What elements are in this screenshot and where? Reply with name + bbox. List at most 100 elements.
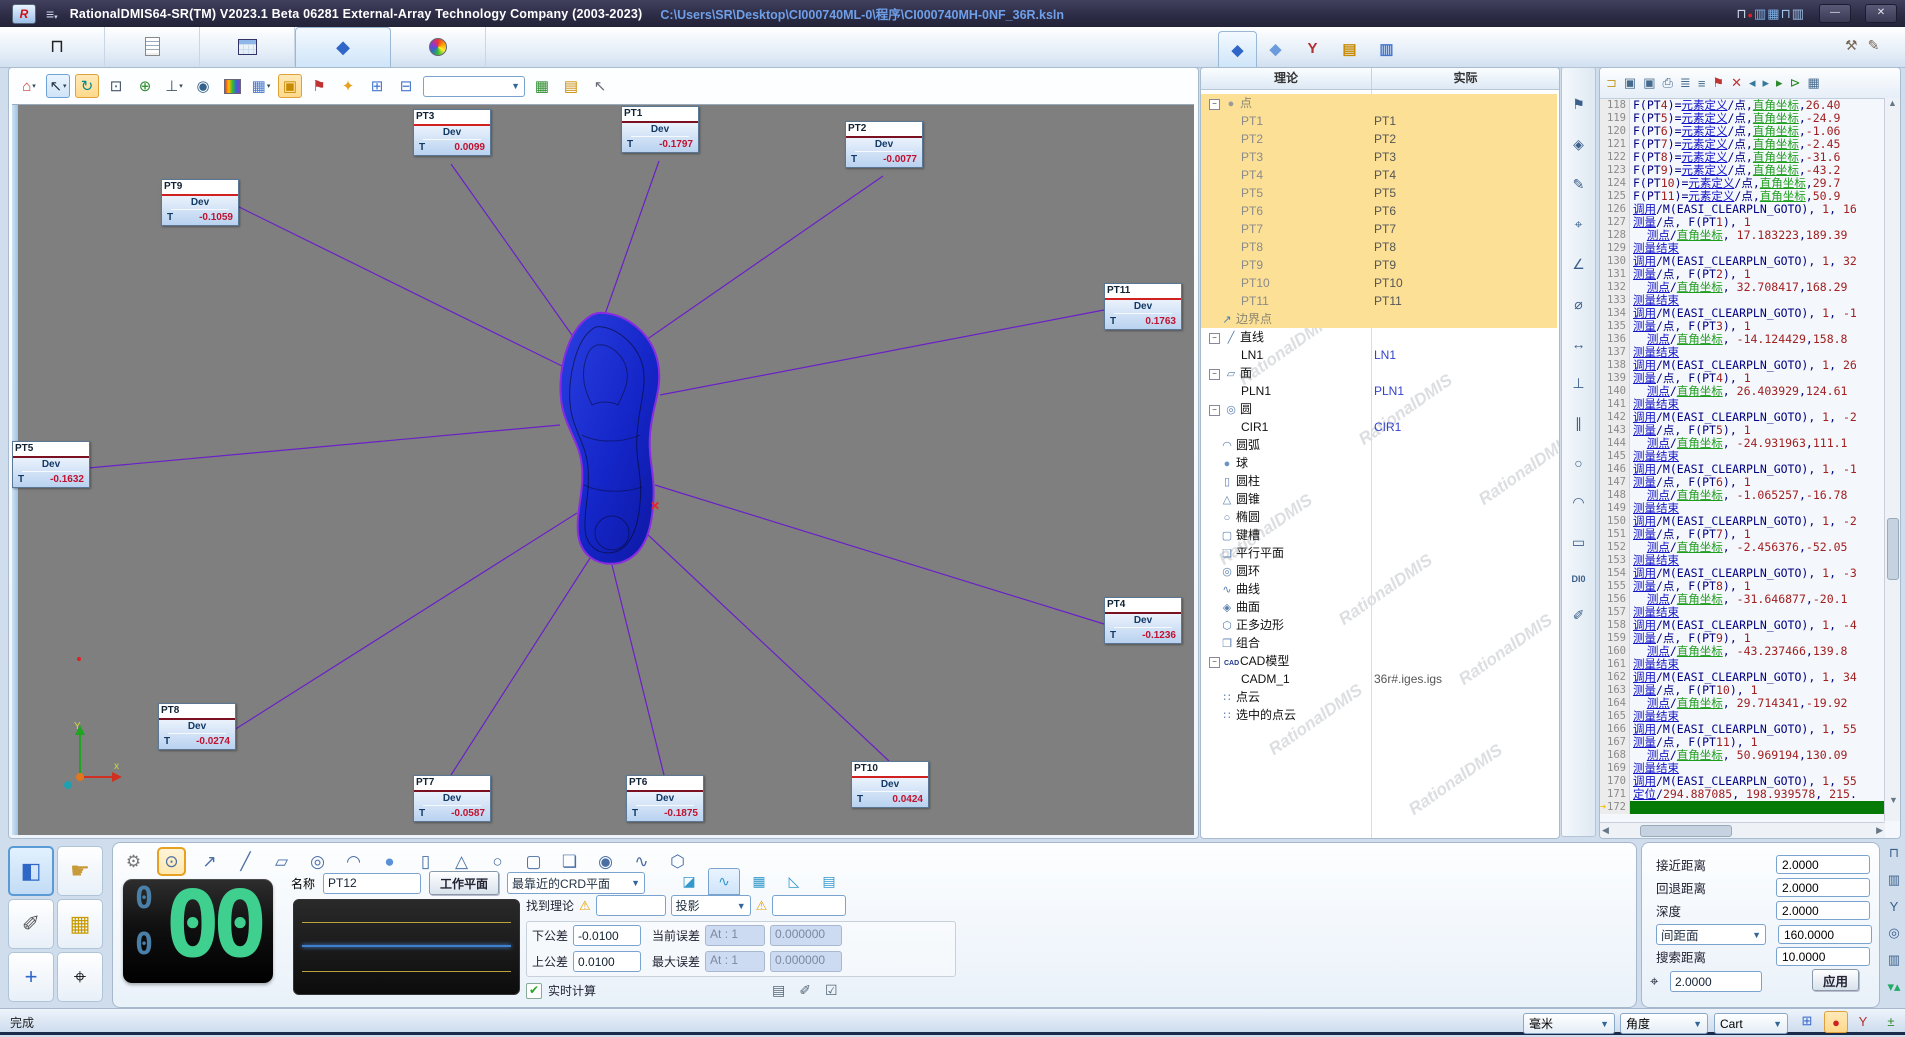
code-line[interactable]: 127测量/点, F(PT1), 1: [1600, 216, 1900, 229]
step-icon[interactable]: ⊳: [1790, 75, 1801, 91]
code-line[interactable]: 146调用/M(EASI_CLEARPLN_GOTO), 1, -1: [1600, 463, 1900, 476]
perpendicularity-icon[interactable]: ⊥: [1572, 375, 1584, 392]
zoom-region-icon[interactable]: ⊡: [104, 74, 128, 98]
code-line[interactable]: 167测量/点, F(PT11), 1: [1600, 736, 1900, 749]
graph-tab[interactable]: ∿: [708, 868, 740, 895]
code-line[interactable]: 137测量结束: [1600, 346, 1900, 359]
window-mode-icon[interactable]: ⊟: [394, 74, 418, 98]
add-window-icon[interactable]: ⊞: [365, 74, 389, 98]
code-line[interactable]: 170调用/M(EASI_CLEARPLN_GOTO), 1, 55: [1600, 775, 1900, 788]
probe-status-icon[interactable]: Y: [1852, 1011, 1874, 1031]
collapse-arrows[interactable]: ▾▴: [1887, 979, 1900, 995]
delete-icon[interactable]: ✕: [1731, 75, 1742, 91]
probe-config-icon[interactable]: ⚙: [121, 849, 146, 874]
joystick-mode-button[interactable]: ⌖: [57, 952, 103, 1002]
workplane-button[interactable]: 工作平面: [429, 871, 499, 895]
code-line[interactable]: 123F(PT9)=元素定义/点,直角坐标,-43.2: [1600, 164, 1900, 177]
tree-row-point-item[interactable]: PT4PT4: [1201, 166, 1557, 184]
mark-icon[interactable]: ⚑: [1712, 75, 1724, 91]
save-icon[interactable]: ▣: [1624, 75, 1636, 91]
deviation-label-pt3[interactable]: PT3DevT0.0099: [413, 109, 491, 156]
flatness-icon[interactable]: ▭: [1572, 534, 1585, 551]
monitor-icon[interactable]: ▥: [1888, 872, 1900, 888]
tree-row-point-group[interactable]: −●点: [1201, 94, 1557, 112]
eye-icon[interactable]: ◉: [191, 74, 215, 98]
tree-row-ellipse-group[interactable]: ○椭圆: [1201, 508, 1557, 526]
select-cursor-icon[interactable]: ↖▾: [46, 74, 70, 98]
projection-dropdown[interactable]: 投影▼: [671, 895, 751, 916]
tab-comb[interactable]: ▤: [1331, 31, 1368, 66]
tree-row-plane-group[interactable]: −▱面: [1201, 364, 1557, 382]
code-line[interactable]: 135测量/点, F(PT3), 1: [1600, 320, 1900, 333]
program-vscrollbar[interactable]: ▲▼: [1884, 98, 1900, 821]
palette-icon[interactable]: [220, 74, 244, 98]
grid-icon[interactable]: ▦: [1807, 75, 1819, 91]
view-combobox[interactable]: ▼: [423, 76, 525, 97]
search-icon[interactable]: ◎: [1888, 925, 1899, 941]
code-line[interactable]: 164 测点/直角坐标, 29.714341,-19.92: [1600, 697, 1900, 710]
emergency-stop-icon[interactable]: ●: [1824, 1011, 1848, 1033]
code-line[interactable]: 129测量结束: [1600, 242, 1900, 255]
tree-row-plane-item[interactable]: PLN1PLN1: [1201, 382, 1557, 400]
list-icon[interactable]: ≣: [1680, 75, 1691, 91]
parallelism-icon[interactable]: ∥: [1575, 415, 1582, 432]
note-icon[interactable]: ✐: [1573, 607, 1585, 624]
code-line[interactable]: 130调用/M(EASI_CLEARPLN_GOTO), 1, 32: [1600, 255, 1900, 268]
tree-row-point-item[interactable]: PT5PT5: [1201, 184, 1557, 202]
solution-dropdown[interactable]: 最靠近的CRD平面▼: [507, 872, 645, 894]
tree-row-point-item[interactable]: PT8PT8: [1201, 238, 1557, 256]
deviation-label-pt4[interactable]: PT4DevT-0.1236: [1104, 597, 1182, 644]
projection-input[interactable]: [772, 895, 846, 916]
code-line[interactable]: 155测量/点, F(PT8), 1: [1600, 580, 1900, 593]
save-all-icon[interactable]: ▣: [1643, 75, 1655, 91]
menu-icon[interactable]: ≡▾: [46, 6, 58, 22]
apply-button[interactable]: 应用: [1812, 969, 1859, 991]
code-line[interactable]: 169测量结束: [1600, 762, 1900, 775]
app-icon[interactable]: R: [12, 4, 36, 24]
code-line[interactable]: 168 测点/直角坐标, 50.969194,130.09: [1600, 749, 1900, 762]
tree-row-line-item[interactable]: LN1LN1: [1201, 346, 1557, 364]
code-line[interactable]: 147测量/点, F(PT6), 1: [1600, 476, 1900, 489]
tree-row-sphere-group[interactable]: ●球: [1201, 454, 1557, 472]
tree-row-cone-group[interactable]: △圆锥: [1201, 490, 1557, 508]
dio-icon[interactable]: DI0: [1571, 574, 1585, 584]
code-line[interactable]: 142调用/M(EASI_CLEARPLN_GOTO), 1, -2: [1600, 411, 1900, 424]
auto-label-icon[interactable]: ▣: [278, 74, 302, 98]
code-line[interactable]: 151测量/点, F(PT7), 1: [1600, 528, 1900, 541]
tree-row-point-item[interactable]: PT11PT11: [1201, 292, 1557, 310]
tab-model-tree[interactable]: ◆: [1218, 31, 1257, 67]
hammer-icon[interactable]: ⚒: [1845, 37, 1858, 54]
code-line[interactable]: 165测量结束: [1600, 710, 1900, 723]
list-tab[interactable]: ▤: [813, 868, 845, 895]
tab-solid-view[interactable]: ◆: [1257, 31, 1294, 66]
forward-icon[interactable]: ▸: [1763, 75, 1770, 91]
edit-icon[interactable]: ✎: [1573, 176, 1585, 193]
code-line[interactable]: 163测量/点, F(PT10), 1: [1600, 684, 1900, 697]
coordsys-icon[interactable]: ⊞: [1796, 1011, 1818, 1031]
tree-row-point-cloud-group[interactable]: ∷点云: [1201, 688, 1557, 706]
upper-tolerance-input[interactable]: [573, 951, 641, 972]
layout-icon[interactable]: ▦▾: [249, 74, 273, 98]
hand-mode-button[interactable]: ☛: [57, 846, 103, 896]
close-button[interactable]: ✕: [1865, 4, 1897, 23]
code-line[interactable]: 149测量结束: [1600, 502, 1900, 515]
tree-row-polygon-group[interactable]: ⬡正多边形: [1201, 616, 1557, 634]
add-datum-icon[interactable]: ⊕: [133, 74, 157, 98]
deviation-label-pt8[interactable]: PT8DevT-0.0274: [158, 703, 236, 750]
machine-icon[interactable]: ⊓: [1889, 845, 1899, 861]
tree-row-surface-group[interactable]: ◈曲面: [1201, 598, 1557, 616]
run-icon[interactable]: ▸: [1776, 75, 1783, 91]
tree-row-point-item[interactable]: PT3PT3: [1201, 148, 1557, 166]
code-line[interactable]: 148 测点/直角坐标, -1.065257,-16.78: [1600, 489, 1900, 502]
code-line[interactable]: 134调用/M(EASI_CLEARPLN_GOTO), 1, -1: [1600, 307, 1900, 320]
deviation-label-pt9[interactable]: PT9DevT-0.1059: [161, 179, 239, 226]
tab-gem[interactable]: [391, 27, 486, 66]
code-line[interactable]: 144 测点/直角坐标, -24.931963,111.1: [1600, 437, 1900, 450]
home-icon[interactable]: ⌂▾: [17, 74, 41, 98]
feature-name-input[interactable]: [323, 873, 421, 894]
deviation-label-pt1[interactable]: PT1DevT-0.1797: [621, 106, 699, 153]
tree-row-cad-model-group[interactable]: −CADCAD模型: [1201, 652, 1557, 670]
tree-row-line-group[interactable]: −╱直线: [1201, 328, 1557, 346]
tab-probe[interactable]: Y: [1294, 31, 1331, 66]
tree-row-point-item[interactable]: PT1PT1: [1201, 112, 1557, 130]
